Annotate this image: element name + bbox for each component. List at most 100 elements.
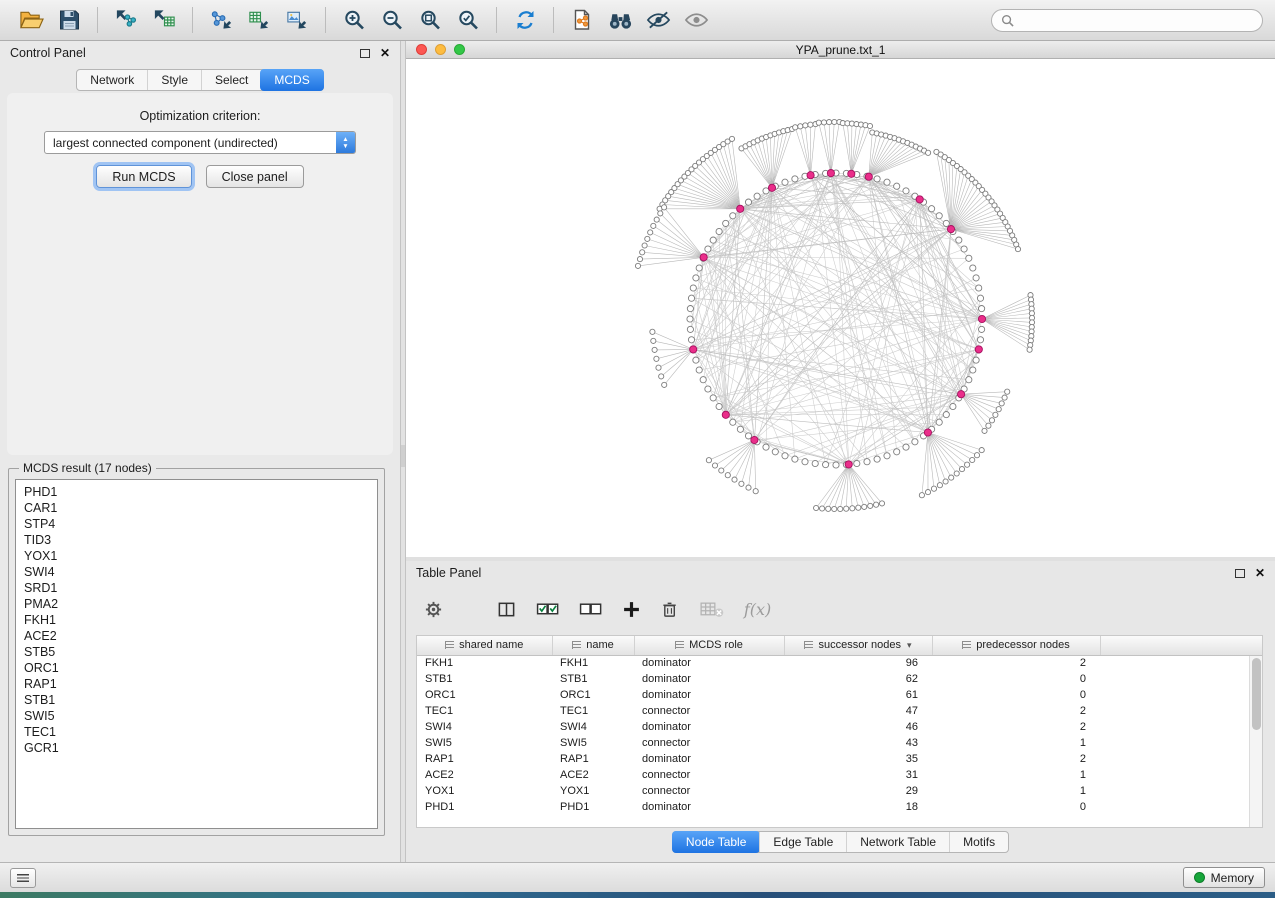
memory-button[interactable]: Memory — [1183, 867, 1265, 888]
tab-style[interactable]: Style — [147, 70, 201, 90]
column-header[interactable]: predecessor nodes — [932, 636, 1100, 655]
control-panel-header: Control Panel ✕ — [0, 41, 400, 65]
import-network-button[interactable] — [107, 4, 145, 36]
result-item[interactable]: CAR1 — [24, 500, 369, 516]
table-row[interactable]: FKH1FKH1dominator962 — [417, 655, 1262, 671]
tab-node-table[interactable]: Node Table — [672, 831, 761, 853]
table-row[interactable]: ACE2ACE2connector311 — [417, 767, 1262, 783]
column-selector-button[interactable] — [497, 596, 516, 622]
result-item[interactable]: PHD1 — [24, 484, 369, 500]
import-table-button[interactable] — [145, 4, 183, 36]
zoom-selected-button[interactable] — [449, 4, 487, 36]
result-item[interactable]: STP4 — [24, 516, 369, 532]
table-row[interactable]: SWI4SWI4dominator462 — [417, 719, 1262, 735]
result-item[interactable]: TID3 — [24, 532, 369, 548]
zoom-fit-button[interactable] — [411, 4, 449, 36]
export-network-button[interactable] — [202, 4, 240, 36]
close-panel-icon[interactable]: ✕ — [380, 48, 390, 58]
tab-mcds[interactable]: MCDS — [260, 69, 323, 91]
result-item[interactable]: STB5 — [24, 644, 369, 660]
tab-network-table[interactable]: Network Table — [846, 832, 949, 852]
tab-motifs[interactable]: Motifs — [949, 832, 1008, 852]
open-button[interactable] — [12, 4, 50, 36]
result-item[interactable]: TEC1 — [24, 724, 369, 740]
table-row[interactable]: PHD1PHD1dominator180 — [417, 799, 1262, 815]
result-item[interactable]: ACE2 — [24, 628, 369, 644]
window-minimize-icon[interactable] — [435, 44, 446, 55]
result-item[interactable]: RAP1 — [24, 676, 369, 692]
result-item[interactable]: SWI5 — [24, 708, 369, 724]
node-table-body: FKH1FKH1dominator962STB1STB1dominator620… — [417, 655, 1262, 815]
task-history-button[interactable] — [10, 868, 36, 888]
table-row[interactable]: STB1STB1dominator620 — [417, 671, 1262, 687]
network-canvas[interactable] — [406, 59, 1275, 557]
deselect-all-button[interactable] — [579, 596, 602, 622]
search-input[interactable] — [1019, 13, 1253, 27]
result-item[interactable]: SRD1 — [24, 580, 369, 596]
column-header[interactable]: shared name — [417, 636, 552, 655]
column-header[interactable]: successor nodes▾ — [784, 636, 932, 655]
zoom-in-button[interactable] — [335, 4, 373, 36]
tab-select[interactable]: Select — [201, 70, 261, 90]
share-document-icon — [570, 8, 595, 32]
result-item[interactable]: PMA2 — [24, 596, 369, 612]
add-row-button[interactable] — [622, 596, 641, 622]
tab-network[interactable]: Network — [77, 70, 147, 90]
delete-table-button[interactable] — [699, 596, 724, 622]
eye-button[interactable] — [677, 4, 715, 36]
open-icon — [19, 8, 44, 32]
eye-slash-button[interactable] — [639, 4, 677, 36]
gear-icon — [424, 600, 443, 619]
list-icon — [17, 874, 29, 882]
scrollbar-thumb[interactable] — [1252, 658, 1261, 730]
network-window-title: YPA_prune.txt_1 — [796, 43, 886, 57]
select-all-button[interactable] — [536, 596, 559, 622]
zoom-out-button[interactable] — [373, 4, 411, 36]
export-table-button[interactable] — [240, 4, 278, 36]
table-row[interactable]: RAP1RAP1dominator352 — [417, 751, 1262, 767]
binoculars-button[interactable] — [601, 4, 639, 36]
control-tabs: NetworkStyleSelectMCDS — [76, 69, 323, 91]
share-document-button[interactable] — [563, 4, 601, 36]
column-grid-icon — [572, 641, 581, 649]
result-item[interactable]: GCR1 — [24, 740, 369, 756]
column-header[interactable]: name — [552, 636, 634, 655]
close-panel-button[interactable]: Close panel — [206, 165, 304, 188]
export-image-button[interactable] — [278, 4, 316, 36]
window-close-icon[interactable] — [416, 44, 427, 55]
save-button[interactable] — [50, 4, 88, 36]
delete-row-button[interactable] — [661, 596, 678, 622]
function-builder-button[interactable]: f(x) — [744, 596, 771, 622]
settings-gear-button[interactable] — [424, 596, 443, 622]
search-box[interactable] — [991, 9, 1263, 32]
run-mcds-button[interactable]: Run MCDS — [96, 165, 191, 188]
result-item[interactable]: SWI4 — [24, 564, 369, 580]
table-scrollbar[interactable] — [1249, 656, 1262, 827]
zoom-in-icon — [342, 8, 367, 32]
eye-icon — [684, 8, 709, 32]
table-row[interactable]: SWI5SWI5connector431 — [417, 735, 1262, 751]
table-row[interactable]: TEC1TEC1connector472 — [417, 703, 1262, 719]
float-panel-icon[interactable] — [1235, 569, 1245, 578]
window-maximize-icon[interactable] — [454, 44, 465, 55]
search-icon — [1001, 14, 1014, 27]
criterion-dropdown[interactable]: largest connected component (undirected)… — [44, 131, 356, 154]
column-header[interactable]: MCDS role — [634, 636, 784, 655]
result-item[interactable]: FKH1 — [24, 612, 369, 628]
table-row[interactable]: YOX1YOX1connector291 — [417, 783, 1262, 799]
table-row[interactable]: ORC1ORC1dominator610 — [417, 687, 1262, 703]
node-table: shared namenameMCDS rolesuccessor nodes▾… — [416, 635, 1263, 828]
network-window-titlebar[interactable]: YPA_prune.txt_1 — [406, 41, 1275, 59]
result-item[interactable]: STB1 — [24, 692, 369, 708]
close-panel-icon[interactable]: ✕ — [1255, 568, 1265, 578]
trash-icon — [661, 600, 678, 619]
float-panel-icon[interactable] — [360, 49, 370, 58]
tab-edge-table[interactable]: Edge Table — [759, 832, 846, 852]
refresh-icon — [513, 8, 538, 32]
toolbar-separator — [325, 7, 326, 33]
table-header-row: shared namenameMCDS rolesuccessor nodes▾… — [417, 636, 1262, 655]
result-item[interactable]: YOX1 — [24, 548, 369, 564]
result-item[interactable]: ORC1 — [24, 660, 369, 676]
splitter-handle-icon[interactable] — [401, 445, 405, 467]
refresh-button[interactable] — [506, 4, 544, 36]
